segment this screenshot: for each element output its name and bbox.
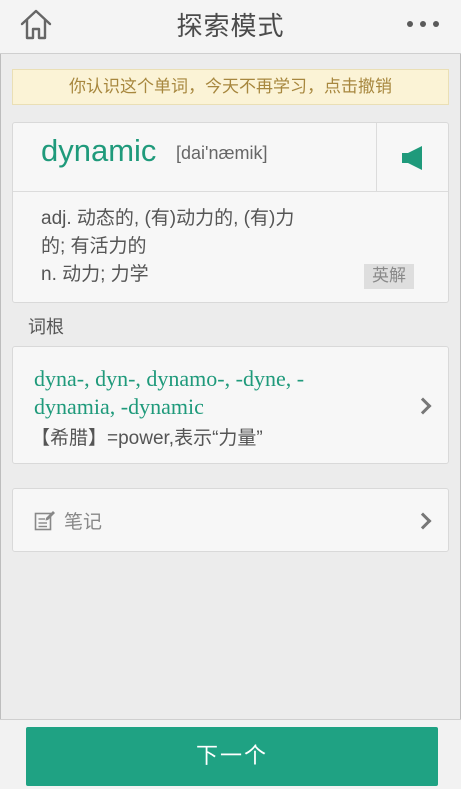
word-header: dynamic [dai'næmik]	[13, 123, 448, 192]
more-dots-icon	[407, 21, 413, 27]
root-section-label: 词根	[28, 317, 64, 338]
word-root-card[interactable]: dyna-, dyn-, dynamo-, -dyne, - dynamia, …	[12, 346, 449, 464]
definition-line: 的; 有活力的	[41, 236, 147, 257]
notes-card[interactable]: 笔记	[12, 488, 449, 552]
notes-label: 笔记	[64, 511, 103, 533]
definition-line: n. 动力; 力学	[41, 264, 149, 285]
more-dot	[420, 21, 426, 27]
word-term: dynamic	[41, 133, 157, 168]
bottom-bar: 下一个	[0, 719, 461, 789]
definitions: adj. 动态的, (有)动力的, (有)力 的; 有活力的 n. 动力; 力学	[41, 205, 361, 289]
top-bar: 探索模式	[0, 0, 461, 54]
definition-line: adj. 动态的, (有)动力的, (有)力	[41, 208, 295, 229]
english-definition-button[interactable]: 英解	[364, 264, 414, 289]
more-dot	[433, 21, 439, 27]
next-button[interactable]: 下一个	[26, 727, 438, 786]
more-button[interactable]	[403, 16, 443, 32]
word-phonetic: [dai'næmik]	[176, 143, 268, 163]
undo-notice[interactable]: 你认识这个单词，今天不再学习，点击撤销	[12, 69, 449, 105]
root-line: dynamia, -dynamic	[34, 394, 204, 419]
pronounce-button[interactable]	[376, 123, 448, 192]
edit-note-icon	[34, 511, 55, 531]
speaker-icon	[402, 146, 422, 170]
chevron-right-icon	[414, 512, 432, 530]
word-card: dynamic [dai'næmik] adj. 动态的, (有)动力的, (有…	[12, 122, 449, 303]
page-title: 探索模式	[176, 12, 285, 42]
word-root-text: dyna-, dyn-, dynamo-, -dyne, - dynamia, …	[34, 365, 374, 421]
root-line: dyna-, dyn-, dynamo-, -dyne, -	[34, 366, 305, 391]
chevron-right-icon	[414, 397, 432, 415]
word-root-description: 【希腊】=power,表示“力量”	[31, 428, 263, 449]
